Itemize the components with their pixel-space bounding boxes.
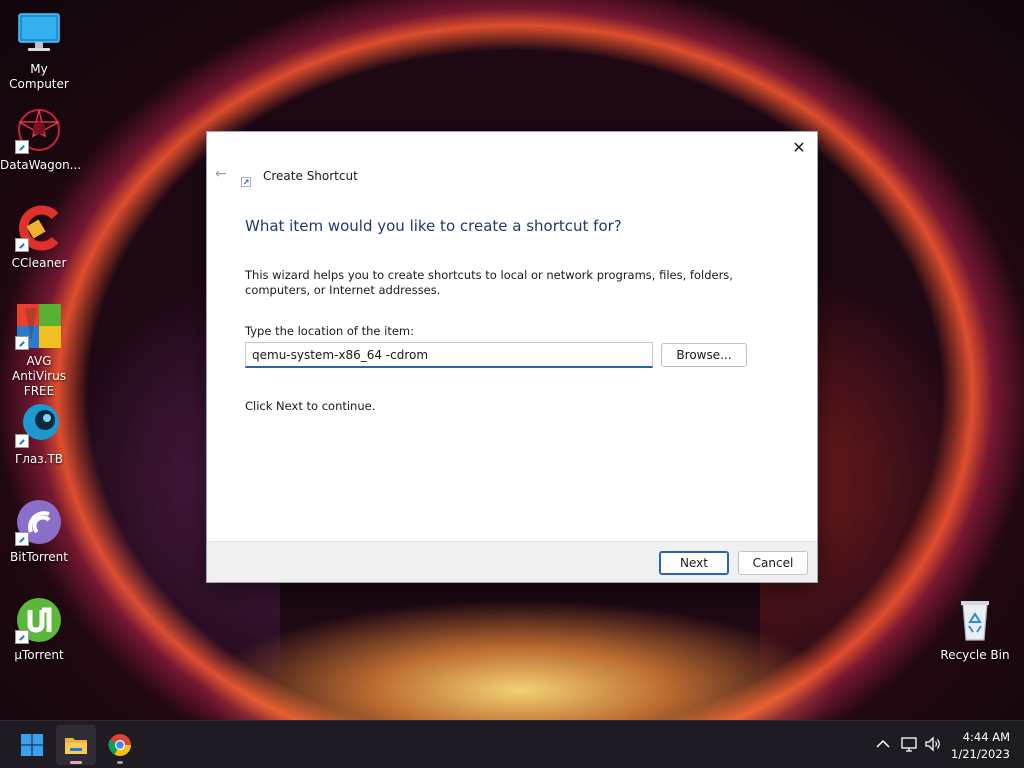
desktop-icon-recycle-bin[interactable]: Recycle Bin [936, 596, 1014, 663]
dialog-footer: Next Cancel [207, 541, 817, 582]
desktop-icon-avg[interactable]: AVG AntiVirus FREE [0, 302, 78, 399]
bittorrent-icon [15, 498, 63, 546]
desktop-icon-label: CCleaner [11, 256, 67, 270]
clock-time: 4:44 AM [962, 730, 1010, 744]
desktop-icon-label: AVG AntiVirus FREE [12, 354, 66, 398]
tray-overflow[interactable] [870, 721, 890, 768]
shortcut-arrow-icon [15, 336, 29, 350]
location-input[interactable] [245, 342, 653, 368]
clock-date: 1/21/2023 [951, 747, 1010, 761]
desktop-icon-ccleaner[interactable]: CCleaner [0, 204, 78, 271]
shortcut-arrow-icon [15, 532, 29, 546]
location-label: Type the location of the item: [245, 324, 415, 338]
create-shortcut-dialog: ✕ ← Create Shortcut What item would you … [206, 131, 818, 583]
next-button[interactable]: Next [659, 551, 729, 575]
cancel-button[interactable]: Cancel [738, 551, 808, 575]
chevron-up-icon [876, 739, 890, 748]
active-indicator [70, 761, 82, 764]
desktop-icon-label: DataWagon... [0, 158, 82, 172]
recycle-bin-icon [951, 596, 999, 644]
shortcut-arrow-icon [15, 434, 29, 448]
chrome-icon [108, 734, 131, 756]
ccleaner-icon [15, 204, 63, 252]
desktop-icon-label: µTorrent [14, 648, 64, 662]
close-icon[interactable]: ✕ [789, 138, 809, 158]
desktop-icon-datawagon[interactable]: DataWagon... [0, 106, 82, 173]
desktop-icon-label: My Computer [9, 62, 69, 91]
desktop-icon-bittorrent[interactable]: BitTorrent [0, 498, 78, 565]
monitor-icon [15, 10, 63, 58]
shortcut-arrow-icon [15, 630, 29, 644]
taskbar-chrome[interactable] [100, 725, 140, 765]
desktop-icon-label: BitTorrent [10, 550, 68, 564]
browse-button[interactable]: Browse... [661, 343, 747, 367]
desktop-icon-glaz-tv[interactable]: Глаз.ТВ [0, 400, 78, 467]
network-icon [901, 737, 917, 752]
shortcut-arrow-icon [15, 140, 29, 154]
avg-icon [15, 302, 63, 350]
dialog-heading: What item would you like to create a sho… [245, 217, 622, 235]
start-button[interactable] [12, 725, 52, 765]
dialog-caption: Create Shortcut [263, 169, 358, 183]
desktop-icon-label: Глаз.ТВ [14, 452, 64, 466]
dialog-description: This wizard helps you to create shortcut… [245, 268, 733, 297]
tray-network[interactable] [898, 721, 920, 768]
glaz-tv-icon [15, 400, 63, 448]
speaker-icon [925, 736, 940, 752]
back-arrow-icon[interactable]: ← [215, 166, 231, 182]
utorrent-icon [15, 596, 63, 644]
taskbar-file-explorer[interactable] [56, 725, 96, 765]
running-indicator [117, 761, 123, 764]
tray-volume[interactable] [922, 721, 944, 768]
shortcut-arrow-icon [15, 238, 29, 252]
taskbar-clock[interactable]: 4:44 AM 1/21/2023 [951, 729, 1010, 763]
desktop-icon-my-computer[interactable]: My Computer [0, 10, 78, 92]
shortcut-app-icon [241, 172, 251, 187]
continue-hint: Click Next to continue. [245, 399, 376, 413]
desktop-icon-utorrent[interactable]: µTorrent [0, 596, 78, 663]
desktop-icon-label: Recycle Bin [940, 648, 1010, 662]
taskbar: 4:44 AM 1/21/2023 [0, 720, 1024, 768]
windows-logo-icon [21, 734, 43, 756]
folder-icon [65, 738, 87, 754]
datawagon-icon [15, 106, 63, 154]
